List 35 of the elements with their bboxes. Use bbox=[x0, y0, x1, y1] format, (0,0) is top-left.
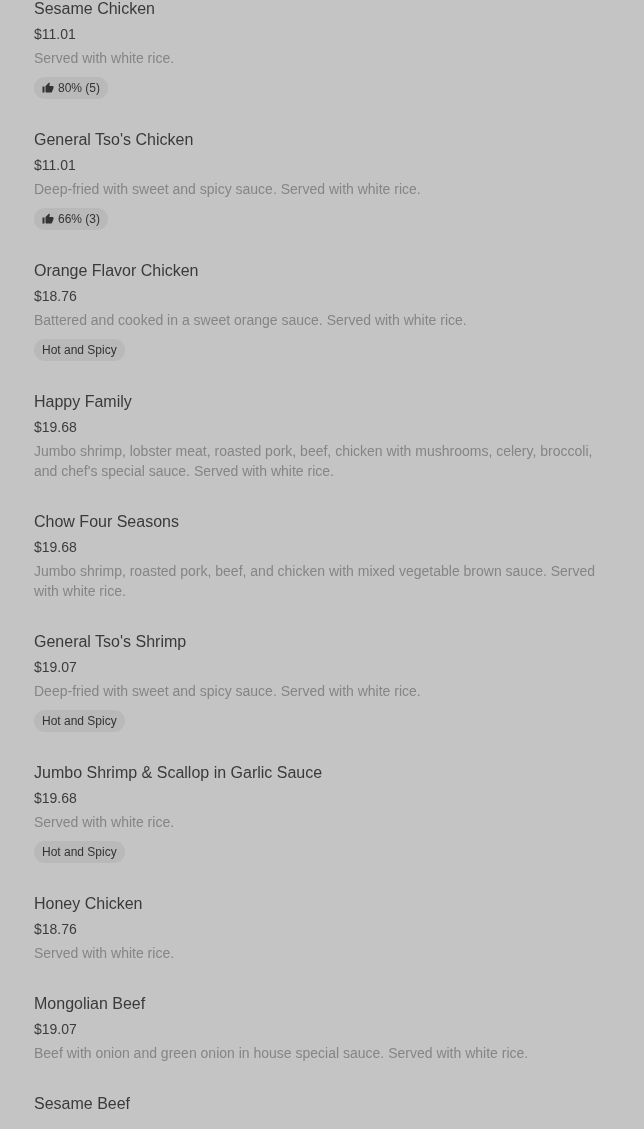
menu-item-name: General Tso's Shrimp bbox=[34, 632, 187, 652]
menu-item-name: Happy Family bbox=[34, 392, 132, 412]
menu-item-name: Jumbo Shrimp & Scallop in Garlic Sauce bbox=[34, 763, 323, 783]
item-price: $19.68 bbox=[34, 418, 77, 437]
item-price: $11.01 bbox=[34, 156, 76, 175]
tag-badge: Hot and Spicy bbox=[34, 339, 125, 361]
menu-item-name: Sesame Beef bbox=[34, 1094, 131, 1114]
rating-text: 66% (3) bbox=[58, 211, 101, 228]
item-description: Battered and cooked in a sweet orange sauce. Served with white rice. bbox=[34, 311, 468, 330]
item-description: Served with white rice. bbox=[34, 944, 176, 963]
item-description: Served with white rice. bbox=[34, 49, 176, 68]
item-price: $19.68 bbox=[34, 538, 77, 557]
item-price: $19.07 bbox=[34, 658, 77, 677]
item-price: $19.07 bbox=[34, 1020, 77, 1039]
item-description: Deep-fried with sweet and spicy sauce. Served with white rice. bbox=[34, 682, 422, 701]
item-description: Beef with onion and green onion in house special sauce. Served with white rice. bbox=[34, 1044, 530, 1063]
item-description: Served with white rice. bbox=[34, 813, 176, 832]
item-price: $18.76 bbox=[34, 920, 77, 939]
menu-item-name: General Tso's Chicken bbox=[34, 130, 194, 150]
item-price: $11.01 bbox=[34, 25, 76, 44]
menu-item-name: Chow Four Seasons bbox=[34, 512, 179, 532]
menu-item-name: Honey Chicken bbox=[34, 894, 143, 914]
menu-item-name: Mongolian Beef bbox=[34, 994, 146, 1014]
tag-badge: Hot and Spicy bbox=[34, 841, 125, 863]
menu-item-name: Orange Flavor Chicken bbox=[34, 261, 199, 281]
item-description: Jumbo shrimp, roasted pork, beef, and chicken with mixed vegetable brown sauce. Served with white rice. bbox=[34, 562, 597, 601]
item-price: $18.76 bbox=[34, 287, 77, 306]
item-description: Jumbo shrimp, lobster meat, roasted pork, beef, chicken with mushrooms, celery, broccoli, and chef's special sauce. Served with white rice. bbox=[34, 442, 594, 481]
rating-text: 80% (5) bbox=[58, 80, 101, 97]
thumbs-up-icon bbox=[42, 82, 54, 94]
item-description: Deep-fried with sweet and spicy sauce. Served with white rice. bbox=[34, 180, 422, 199]
menu-item-name: Sesame Chicken bbox=[34, 0, 155, 19]
thumbs-up-icon bbox=[42, 213, 54, 225]
tag-badge: Hot and Spicy bbox=[34, 710, 125, 732]
item-price: $19.68 bbox=[34, 789, 77, 808]
